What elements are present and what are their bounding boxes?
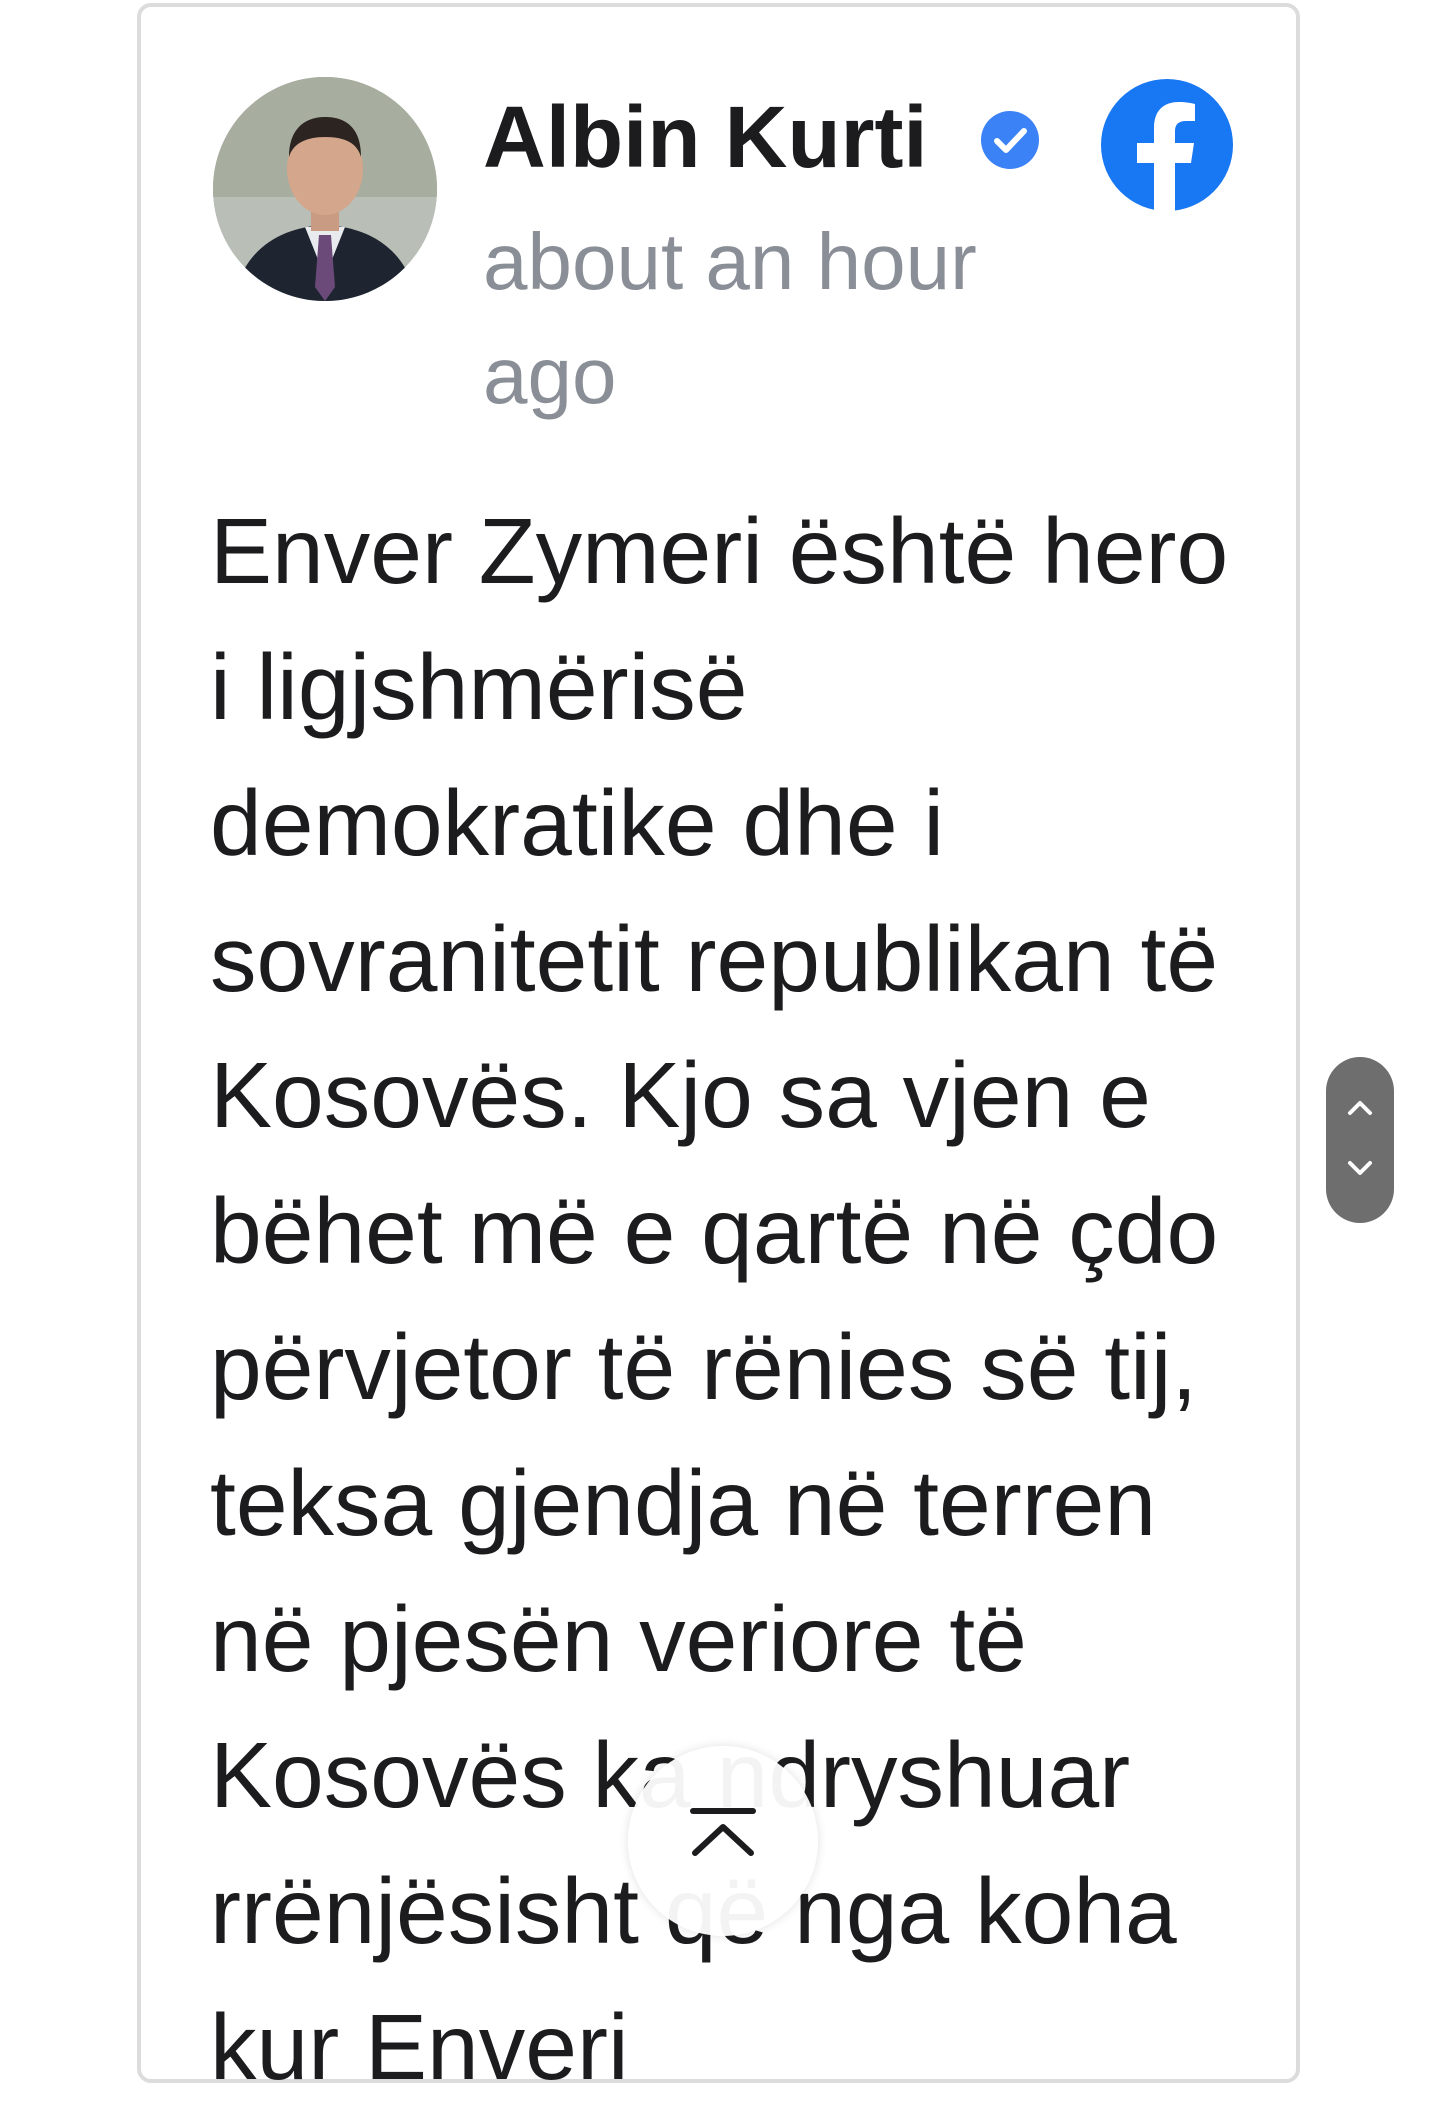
scroll-up-button[interactable]	[1326, 1077, 1394, 1137]
facebook-icon[interactable]	[1099, 77, 1235, 213]
scroll-down-button[interactable]	[1326, 1139, 1394, 1199]
chevron-down-icon	[1348, 1161, 1372, 1175]
chevron-up-icon	[1348, 1101, 1372, 1115]
author-name[interactable]: Albin Kurti	[483, 83, 928, 193]
post-timestamp: about an hour ago	[483, 217, 977, 420]
verified-badge-icon	[981, 111, 1039, 169]
scroll-control[interactable]	[1326, 1057, 1394, 1223]
back-to-top-button[interactable]	[628, 1746, 818, 1936]
back-to-top-icon	[690, 1808, 756, 1856]
author-avatar[interactable]	[213, 77, 437, 301]
